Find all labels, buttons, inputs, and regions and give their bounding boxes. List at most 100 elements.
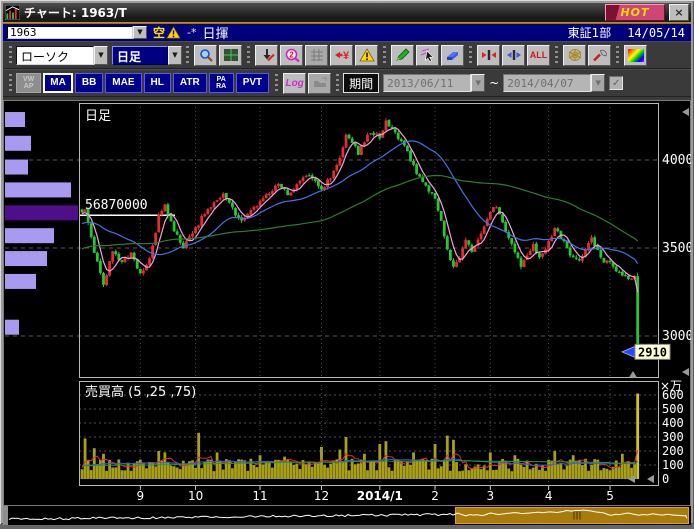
- range-navigator-region: [3, 506, 691, 525]
- pencil-icon: [395, 48, 411, 62]
- zoom-icon-button[interactable]: [194, 45, 217, 66]
- date-from-dropdown-button[interactable]: ▼: [471, 74, 485, 92]
- navigator-left-cap[interactable]: [3, 506, 8, 525]
- eraser-icon: [445, 48, 461, 62]
- palette-icon-button[interactable]: [624, 45, 647, 66]
- date-from-value: 2013/06/11: [383, 74, 471, 92]
- volume-panel-label: 売買高 (5 ,25 ,75): [85, 384, 196, 400]
- date-to-dropdown-button[interactable]: ▼: [591, 74, 605, 92]
- timeframe-panel-label: 日足: [85, 109, 111, 124]
- svg-text:400: 400: [662, 416, 684, 430]
- zoom-window-icon-button[interactable]: 2: [280, 45, 303, 66]
- stock-code-input[interactable]: [7, 26, 133, 39]
- toolbar-grip[interactable]: [9, 74, 12, 93]
- alert-icon: [359, 48, 375, 62]
- svg-text:3000: 3000: [662, 329, 691, 344]
- range-navigator[interactable]: [3, 506, 691, 525]
- settings-wrench-icon-button[interactable]: [588, 45, 611, 66]
- log-scale-button[interactable]: Log: [283, 73, 306, 94]
- svg-text:2910: 2910: [638, 345, 667, 359]
- toolbar-grip[interactable]: [555, 46, 558, 65]
- navigator-thumb[interactable]: [456, 508, 689, 524]
- indicator-vwap-button[interactable]: VWAP: [16, 73, 41, 93]
- indicator-pvt-button[interactable]: PVT: [236, 73, 269, 93]
- eraser-icon-button[interactable]: [441, 45, 464, 66]
- svg-text:3: 3: [486, 489, 494, 503]
- price-by-volume-histogram: [5, 112, 78, 335]
- svg-text:2: 2: [289, 51, 294, 60]
- web-adjust-icon-button[interactable]: [563, 45, 586, 66]
- close-button[interactable]: ×: [669, 4, 689, 21]
- toolbar-grip[interactable]: [336, 74, 339, 93]
- timeframe-value: 日足: [112, 46, 168, 65]
- date-to-combo[interactable]: 2014/04/07 ▼: [503, 74, 605, 92]
- svg-text:10: 10: [188, 489, 203, 503]
- toolbar-grip[interactable]: [247, 46, 250, 65]
- indicator-toolbar: VWAPMABBMAEHLATRPARAPVT Log 期間 2013/06/1…: [3, 69, 691, 97]
- hot-button[interactable]: HOT: [605, 4, 665, 21]
- alert-icon-button[interactable]: [355, 45, 378, 66]
- compare-icon: [312, 76, 328, 90]
- chart-type-dropdown-button[interactable]: ▼: [94, 46, 108, 65]
- quote-date-label: 14/05/14: [627, 26, 685, 40]
- annotate-icon-button[interactable]: [255, 45, 278, 66]
- indicator-mae-button[interactable]: MAE: [105, 73, 141, 93]
- toolbar-grip[interactable]: [469, 46, 472, 65]
- indicator-bb-button[interactable]: BB: [75, 73, 103, 93]
- chart-type-value: ローソク: [16, 46, 94, 65]
- main-toolbar: ローソク ▼ 日足 ▼ 2 ¥ ALL: [3, 41, 691, 69]
- date-to-value: 2014/04/07: [503, 74, 591, 92]
- legend-marks: -*: [187, 26, 196, 39]
- indicator-para-button[interactable]: PARA: [209, 73, 234, 93]
- date-range-tilde: ~: [489, 76, 499, 90]
- svg-text:9: 9: [137, 489, 145, 503]
- toolbar-grip[interactable]: [186, 46, 189, 65]
- toolbar-grip[interactable]: [275, 74, 278, 93]
- shrink-bars-icon-button[interactable]: [502, 45, 525, 66]
- shrink-bars-icon: [506, 48, 522, 62]
- toolbar-grip[interactable]: [9, 46, 12, 65]
- gridlines: [5, 103, 658, 485]
- timeframe-dropdown-button[interactable]: ▼: [168, 46, 182, 65]
- main-chart[interactable]: 56870000日足売買高 (5 ,25 ,75)400035003000×万6…: [3, 100, 691, 506]
- price-axis-labels: 400035003000×万6005004003002001000: [660, 153, 691, 486]
- toolbar-grip[interactable]: [383, 46, 386, 65]
- zoom-window-icon: 2: [284, 48, 300, 62]
- svg-text:5: 5: [606, 489, 614, 503]
- period-checkbox[interactable]: ✓: [609, 76, 623, 90]
- expand-bars-icon: [481, 48, 497, 62]
- expand-bars-icon-button[interactable]: [477, 45, 500, 66]
- grid-icon-button[interactable]: [305, 45, 328, 66]
- svg-text:500: 500: [662, 402, 684, 416]
- stock-name-label: 日揮: [203, 23, 229, 42]
- x-axis-labels: 91011122014/12345: [137, 486, 614, 503]
- annotate-icon: [259, 48, 275, 62]
- indicator-ma-button[interactable]: MA: [43, 73, 73, 93]
- select-cursor-icon-button[interactable]: [416, 45, 439, 66]
- price-line-icon-button[interactable]: ¥: [330, 45, 353, 66]
- date-from-combo[interactable]: 2013/06/11 ▼: [383, 74, 485, 92]
- crosshair-icon: [223, 48, 239, 62]
- chart-type-combo[interactable]: ローソク ▼: [16, 46, 108, 65]
- show-all-button[interactable]: ALL: [527, 45, 550, 66]
- crosshair-icon-button[interactable]: [219, 45, 242, 66]
- indicator-hl-button[interactable]: HL: [144, 73, 171, 93]
- svg-text:4: 4: [545, 489, 553, 503]
- web-adjust-icon: [567, 48, 583, 62]
- app-chart-icon: [5, 5, 20, 20]
- compare-disabled-button[interactable]: [308, 73, 331, 94]
- svg-text:100: 100: [662, 458, 684, 472]
- svg-text:600: 600: [662, 388, 684, 402]
- zoom-icon: [198, 48, 214, 62]
- grid-icon: [309, 48, 325, 62]
- period-button[interactable]: 期間: [343, 73, 379, 93]
- select-cursor-icon: [420, 48, 436, 62]
- stock-code-dropdown-button[interactable]: ▼: [133, 26, 147, 39]
- timeframe-combo[interactable]: 日足 ▼: [112, 46, 182, 65]
- svg-text:3500: 3500: [662, 241, 691, 256]
- chart-region: 56870000日足売買高 (5 ,25 ,75)400035003000×万6…: [3, 100, 691, 506]
- price-line-icon: ¥: [334, 48, 350, 62]
- indicator-atr-button[interactable]: ATR: [173, 73, 207, 93]
- toolbar-grip[interactable]: [616, 46, 619, 65]
- pencil-icon-button[interactable]: [391, 45, 414, 66]
